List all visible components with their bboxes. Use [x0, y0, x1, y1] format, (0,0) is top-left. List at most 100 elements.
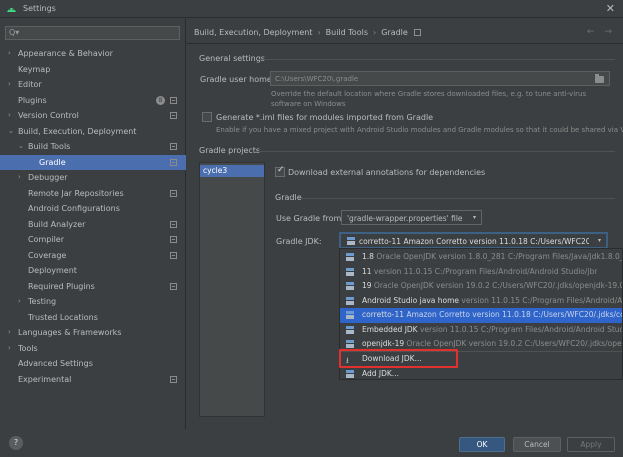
- chevron-right-icon[interactable]: ›: [18, 294, 21, 309]
- gradle-jdk-value: corretto-11 Amazon Corretto version 11.0…: [359, 237, 589, 246]
- project-settings-icon: [170, 220, 177, 228]
- project-settings-icon: [170, 375, 177, 383]
- forward-arrow-icon[interactable]: →: [604, 27, 612, 37]
- title-bar: Settings ✕: [0, 0, 623, 18]
- folder-icon[interactable]: [595, 74, 604, 83]
- settings-sidebar: Q▾ › Appearance & Behavior Keymap › Edit…: [0, 19, 186, 429]
- sidebar-item-debugger[interactable]: › Debugger: [0, 170, 186, 185]
- sidebar-item-label: Coverage: [28, 250, 67, 260]
- generate-iml-checkbox[interactable]: [202, 112, 212, 122]
- gradle-jdk-select[interactable]: corretto-11 Amazon Corretto version 11.0…: [339, 232, 608, 249]
- chevron-right-icon[interactable]: ›: [8, 341, 11, 356]
- add-jdk-option[interactable]: Add JDK...: [340, 367, 622, 380]
- chevron-right-icon[interactable]: ›: [8, 46, 11, 61]
- project-item-cycle3[interactable]: cycle3: [200, 165, 264, 177]
- project-settings-icon: [413, 29, 421, 36]
- sidebar-item-version-control[interactable]: › Version Control: [0, 108, 186, 123]
- jdk-option-name: Android Studio java home: [362, 295, 460, 305]
- chevron-right-icon[interactable]: ›: [8, 108, 11, 123]
- search-input[interactable]: Q▾: [5, 26, 180, 40]
- close-icon[interactable]: ✕: [606, 2, 615, 15]
- section-divider: [301, 198, 615, 199]
- sidebar-item-build-tools[interactable]: ⌄ Build Tools: [0, 139, 186, 154]
- sidebar-item-build-execution-deployment[interactable]: ⌄ Build, Execution, Deployment: [0, 124, 186, 139]
- sidebar-item-tools[interactable]: › Tools: [0, 341, 186, 356]
- jdk-option-detail: Oracle OpenJDK version 19.0.2 C:/Users/W…: [406, 339, 622, 348]
- help-icon[interactable]: ?: [9, 436, 23, 450]
- sidebar-item-label: Editor: [18, 80, 42, 89]
- sidebar-item-required-plugins[interactable]: Required Plugins: [0, 279, 186, 294]
- sidebar-item-label: Experimental: [18, 374, 72, 384]
- breadcrumb-separator: ›: [373, 28, 377, 37]
- sidebar-item-appearance[interactable]: › Appearance & Behavior: [0, 46, 186, 61]
- sidebar-item-android-configurations[interactable]: Android Configurations: [0, 201, 186, 216]
- apply-button[interactable]: Apply: [567, 437, 615, 452]
- sidebar-item-label: Plugins: [18, 95, 47, 105]
- gradle-projects-list: cycle3: [199, 162, 265, 417]
- sidebar-item-compiler[interactable]: Compiler: [0, 232, 186, 247]
- sidebar-item-experimental[interactable]: Experimental: [0, 372, 186, 387]
- cancel-button[interactable]: Cancel: [513, 437, 561, 452]
- sidebar-item-advanced-settings[interactable]: Advanced Settings: [0, 356, 186, 371]
- breadcrumb-item: Gradle: [381, 28, 408, 37]
- sidebar-item-label: Keymap: [18, 64, 51, 74]
- updates-badge: 8: [156, 95, 165, 105]
- chevron-right-icon[interactable]: ›: [8, 325, 11, 340]
- jdk-option[interactable]: Android Studio java home version 11.0.15…: [340, 294, 622, 309]
- sidebar-item-label: Testing: [28, 297, 57, 306]
- project-settings-icon: [170, 96, 177, 104]
- chevron-down-icon[interactable]: ⌄: [8, 124, 14, 139]
- jdk-option-name: corretto-11: [362, 310, 405, 319]
- jdk-option-selected[interactable]: corretto-11 Amazon Corretto version 11.0…: [340, 308, 622, 323]
- jdk-icon: [346, 325, 354, 334]
- section-title-general: General settings: [199, 54, 265, 63]
- jdk-option[interactable]: 11 version 11.0.15 C:/Program Files/Andr…: [340, 265, 622, 280]
- sidebar-item-label: Build, Execution, Deployment: [18, 126, 137, 136]
- jdk-icon: [346, 369, 354, 378]
- sidebar-item-trusted-locations[interactable]: Trusted Locations: [0, 310, 186, 325]
- sidebar-item-editor[interactable]: › Editor: [0, 77, 186, 92]
- download-annotations-checkbox[interactable]: [275, 165, 285, 177]
- sidebar-item-plugins[interactable]: Plugins 8: [0, 93, 186, 108]
- section-title-gradle: Gradle: [275, 193, 302, 202]
- section-divider: [254, 151, 615, 152]
- sidebar-item-gradle[interactable]: Gradle: [0, 154, 186, 170]
- sidebar-item-coverage[interactable]: Coverage: [0, 248, 186, 263]
- project-settings-icon: [170, 251, 177, 259]
- sidebar-item-build-analyzer[interactable]: Build Analyzer: [0, 217, 186, 232]
- use-gradle-from-select[interactable]: 'gradle-wrapper.properties' file ▾: [341, 210, 482, 225]
- gradle-user-home-field[interactable]: C:\Users\WFC20\.gradle: [270, 71, 610, 86]
- generate-iml-hint: Enable if you have a mixed project with …: [216, 126, 623, 134]
- sidebar-item-deployment[interactable]: Deployment: [0, 263, 186, 278]
- back-arrow-icon[interactable]: ←: [587, 27, 595, 37]
- use-gradle-from-label: Use Gradle from:: [276, 214, 344, 223]
- chevron-right-icon[interactable]: ›: [18, 170, 21, 185]
- sidebar-item-label: Compiler: [28, 235, 65, 244]
- jdk-icon: [346, 282, 354, 290]
- section-title-gradle-projects: Gradle projects: [199, 146, 261, 155]
- sidebar-item-label: Deployment: [28, 266, 77, 275]
- chevron-down-icon: ▾: [472, 214, 476, 221]
- android-studio-icon: [7, 8, 16, 12]
- window-title: Settings: [23, 4, 56, 13]
- jdk-icon: [346, 267, 354, 276]
- jdk-option-detail: Oracle OpenJDK version 19.0.2 C:/Users/W…: [371, 281, 623, 290]
- jdk-option[interactable]: 19 Oracle OpenJDK version 19.0.2 C:/User…: [340, 279, 623, 294]
- sidebar-item-remote-jar-repositories[interactable]: Remote Jar Repositories: [0, 186, 186, 201]
- sidebar-item-testing[interactable]: › Testing: [0, 294, 186, 309]
- jdk-option-name: 1.8: [362, 252, 374, 261]
- sidebar-item-keymap[interactable]: Keymap: [0, 62, 186, 77]
- ok-button[interactable]: OK: [459, 437, 505, 452]
- project-settings-icon: [170, 236, 177, 243]
- jdk-option[interactable]: Embedded JDK version 11.0.15 C:/Program …: [340, 323, 622, 338]
- gradle-user-home-value: C:\Users\WFC20\.gradle: [275, 75, 359, 83]
- header-divider: [187, 43, 623, 44]
- project-settings-icon: [170, 158, 177, 166]
- chevron-right-icon[interactable]: ›: [8, 77, 11, 92]
- jdk-option-name: 11: [362, 266, 372, 276]
- jdk-option[interactable]: 1.8 Oracle OpenJDK version 1.8.0_281 C:/…: [340, 250, 622, 265]
- project-settings-icon: [170, 189, 177, 197]
- sidebar-item-languages-frameworks[interactable]: › Languages & Frameworks: [0, 325, 186, 340]
- gradle-user-home-hint: Override the default location where Grad…: [271, 90, 587, 108]
- chevron-down-icon[interactable]: ⌄: [18, 139, 24, 154]
